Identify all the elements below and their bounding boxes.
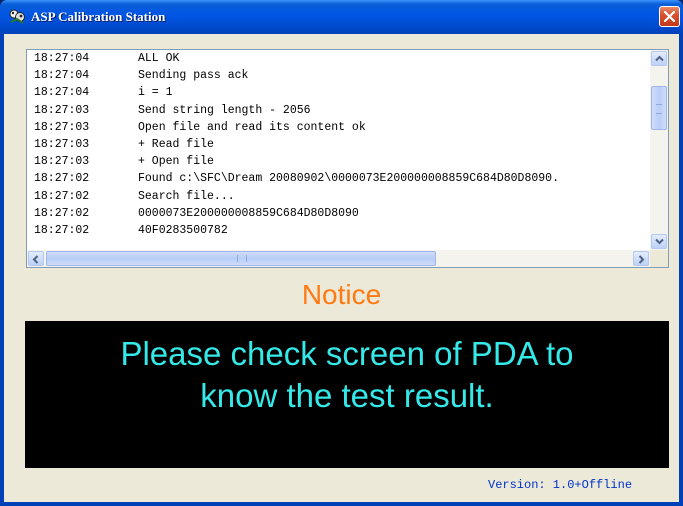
result-message-line-1: Please check screen of PDA to: [120, 335, 574, 372]
log-message: Found c:\SFC\Dream 20080902\0000073E2000…: [138, 172, 559, 186]
log-message: Sending pass ack: [138, 69, 249, 83]
log-message: i = 1: [138, 86, 173, 100]
close-button[interactable]: [659, 6, 680, 27]
log-time: 18:27:02: [34, 172, 90, 186]
log-message: ALL OK: [138, 52, 180, 65]
log-row[interactable]: 18:27:04 i = 1: [27, 84, 649, 101]
result-message: Please check screen of PDA to know the t…: [25, 333, 669, 417]
log-time: 18:27:03: [34, 155, 90, 169]
vertical-scroll-thumb[interactable]: [651, 86, 667, 130]
thumb-grip-icon: [656, 104, 662, 114]
log-row[interactable]: 18:27:02 Found c:\SFC\Dream 20080902\0000…: [27, 170, 649, 187]
log-row[interactable]: 18:27:03 + Read file: [27, 136, 649, 153]
scroll-up-button[interactable]: [651, 51, 667, 66]
vertical-scrollbar[interactable]: [650, 50, 668, 250]
log-message: 40F0283500782: [138, 223, 228, 237]
log-row[interactable]: 18:27:02 0000073E200000008859C684D80D8090: [27, 205, 649, 222]
log-message: Search file...: [138, 189, 235, 203]
scroll-right-button[interactable]: [633, 251, 649, 266]
log-time: 18:27:03: [34, 120, 90, 134]
scroll-down-button[interactable]: [651, 234, 667, 249]
log-rows: 18:27:04 ALL OK 18:27:04 Sending pass ack 18…: [27, 50, 649, 250]
app-window: ASP Calibration Station 18:27:04 ALL OK 18…: [0, 0, 683, 506]
log-message: + Open file: [138, 155, 214, 169]
log-row[interactable]: 18:27:04 ALL OK: [27, 50, 649, 67]
window-title: ASP Calibration Station: [31, 9, 166, 24]
log-time: 18:27:02: [34, 223, 90, 237]
app-logo-icon: [9, 8, 26, 25]
horizontal-scroll-thumb[interactable]: [46, 251, 436, 266]
log-row[interactable]: 18:27:03 Send string length - 2056: [27, 102, 649, 119]
window-frame-bottom: [0, 502, 683, 506]
arrow-right-icon: [638, 255, 645, 264]
log-message: 0000073E200000008859C684D80D8090: [138, 206, 359, 220]
log-row[interactable]: 18:27:02 40F0283500782: [27, 222, 649, 239]
log-time: 18:27:02: [34, 206, 90, 220]
arrow-up-icon: [655, 55, 664, 62]
log-row[interactable]: 18:27:03 + Open file: [27, 153, 649, 170]
horizontal-scrollbar[interactable]: [27, 250, 650, 267]
title-bar[interactable]: ASP Calibration Station: [0, 0, 683, 34]
arrow-left-icon: [32, 255, 39, 264]
notice-heading: Notice: [301, 279, 382, 310]
log-row[interactable]: 18:27:04 Sending pass ack: [27, 67, 649, 84]
log-row[interactable]: 18:27:02 Search file...: [27, 188, 649, 205]
log-message: Send string length - 2056: [138, 103, 311, 117]
log-listbox[interactable]: 18:27:04 ALL OK 18:27:04 Sending pass ack 18…: [26, 49, 669, 268]
version-label: Version: 1.0+Offline: [488, 478, 633, 492]
result-message-line-2: know the test result.: [200, 377, 494, 414]
log-time: 18:27:04: [34, 86, 90, 100]
close-icon: [664, 11, 675, 22]
log-message: Open file and read its content ok: [138, 120, 366, 134]
log-message: + Read file: [138, 137, 214, 151]
window-frame-right: [679, 34, 683, 506]
log-time: 18:27:02: [34, 189, 90, 203]
log-time: 18:27:04: [34, 69, 90, 83]
log-row[interactable]: 18:27:03 Open file and read its content o…: [27, 119, 649, 136]
scrollbar-corner: [650, 250, 668, 267]
result-message-panel: Please check screen of PDA to know the t…: [25, 321, 669, 468]
log-time: 18:27:03: [34, 137, 90, 151]
log-time: 18:27:04: [34, 52, 90, 65]
thumb-grip-icon: [237, 255, 247, 262]
log-time: 18:27:03: [34, 103, 90, 117]
arrow-down-icon: [655, 238, 664, 245]
scroll-left-button[interactable]: [28, 251, 44, 266]
